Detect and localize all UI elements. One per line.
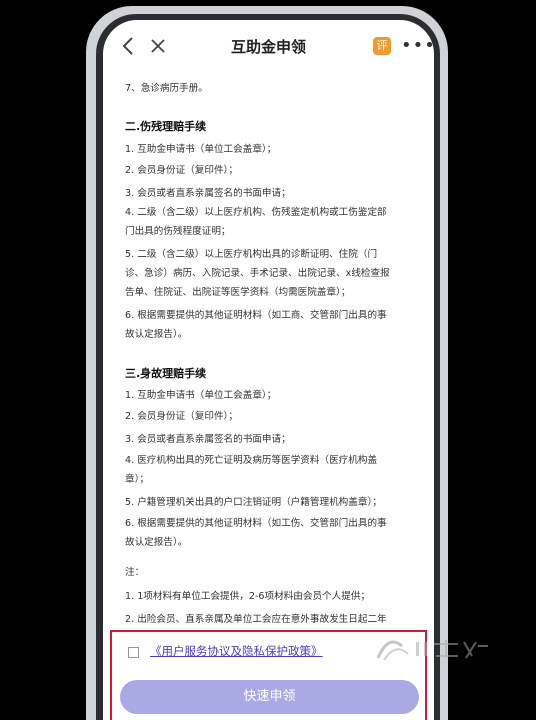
instruction-line: 4. 二级（含二级）以上医疗机构、伤残鉴定机构或工伤鉴定部 (125, 207, 387, 218)
app-screen: 互助金申领 评 ••• 7、急诊病历手册。 二.伤残理赔手续 1. 互助金申请书（单… (103, 20, 434, 720)
quick-apply-button[interactable]: 快速申领 (120, 680, 419, 714)
instruction-line: 1. 互助金申请书（单位工会盖章）； (125, 144, 277, 155)
nav-bar: 互助金申领 评 ••• (103, 20, 434, 72)
instruction-line: 6. 根据需要提供的其他证明材料（如工伤、交管部门出具的事 (125, 518, 387, 529)
instruction-line: 故认定报告）。 (125, 537, 188, 548)
review-badge-icon[interactable]: 评 (373, 37, 391, 55)
instruction-line: 1. 互助金申请书（单位工会盖章）； (125, 390, 277, 401)
instruction-line: 5. 二级（含二级）以上医疗机构出具的诊断证明、住院（门 (125, 249, 378, 260)
watermark-logo (372, 628, 492, 668)
instruction-line: 2. 出险会员、直系亲属及单位工会应在意外事故发生日起二年 (125, 614, 387, 625)
agreement-checkbox[interactable] (128, 647, 139, 658)
instruction-line: 门出具的伤残程度证明； (125, 226, 231, 237)
instruction-line: 5. 户籍管理机关出具的户口注销证明（户籍管理机构盖章）； (125, 497, 382, 508)
instruction-line: 故认定报告）。 (125, 329, 188, 340)
instruction-line: 3. 会员或者直系亲属签名的书面申请； (125, 434, 291, 445)
section-heading: 二.伤残理赔手续 (125, 120, 207, 133)
instruction-line: 2. 会员身份证（复印件）； (125, 165, 238, 176)
instruction-line: 4. 医疗机构出具的死亡证明及病历等医学资料（医疗机构盖 (125, 455, 378, 466)
instruction-line: 注： (125, 567, 145, 578)
instruction-line: 6. 根据需要提供的其他证明材料（如工商、交管部门出具的事 (125, 310, 387, 321)
instruction-line: 3. 会员或者直系亲属签名的书面申请； (125, 188, 291, 199)
instruction-line: 1. 1项材料有单位工会提供，2-6项材料由会员个人提供； (125, 591, 371, 602)
section-heading: 三.身故理赔手续 (125, 367, 207, 380)
instruction-line: 2. 会员身份证（复印件）； (125, 411, 238, 422)
agreement-link[interactable]: 《用户服务协议及隐私保护政策》 (150, 643, 323, 659)
instruction-line: 诊、急诊）病历、入院记录、手术记录、出院记录、x线检查报 (125, 268, 390, 279)
instruction-line: 告单、住院证、出院证等医学资料（均需医院盖章）； (125, 287, 351, 298)
instruction-line: 7、急诊病历手册。 (125, 83, 208, 94)
more-options-icon[interactable]: ••• (401, 35, 434, 56)
instruction-line: 章）； (125, 474, 149, 485)
